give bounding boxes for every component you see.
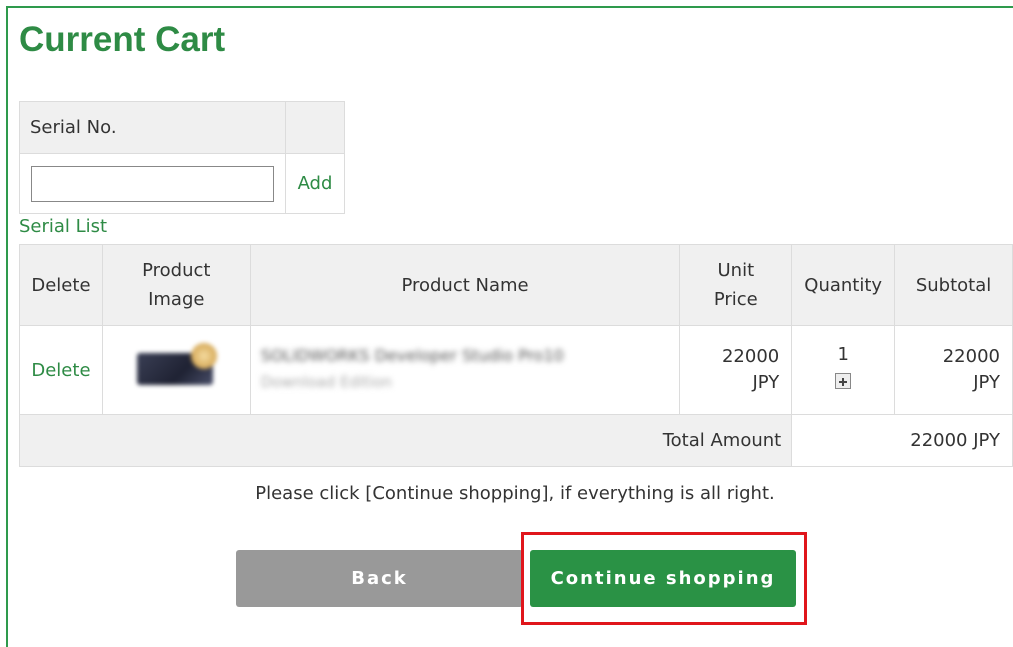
total-amount-value: 22000 JPY — [791, 414, 1013, 467]
serial-header-empty — [285, 101, 345, 154]
total-row: Total Amount Total Amount 22000 JPY — [18, 414, 1013, 467]
col-delete: Delete — [19, 244, 103, 326]
product-name-cell: SOLIDWORKS Developer Studio Pro10 Downlo… — [249, 325, 681, 415]
unit-price-cell: 22000 JPY — [679, 325, 793, 415]
subtotal-cell: 22000 JPY — [894, 325, 1013, 415]
serial-list-link[interactable]: Serial List — [19, 216, 107, 237]
product-name: SOLIDWORKS Developer Studio Pro10 — [260, 346, 564, 365]
back-button[interactable]: Back — [236, 550, 523, 607]
instruction-text: Please click [Continue shopping], if eve… — [255, 483, 775, 504]
serial-table: Serial No. Add — [19, 101, 345, 214]
col-image: Product Image — [101, 244, 251, 326]
unit-price: 22000 JPY — [721, 346, 780, 393]
col-name: Product Name — [249, 244, 681, 326]
product-image-cell — [101, 325, 251, 415]
delete-item-link[interactable]: Delete — [19, 325, 103, 415]
serial-input[interactable] — [31, 165, 274, 202]
product-image — [131, 342, 221, 393]
serial-input-cell — [19, 153, 286, 214]
product-subname: Download Edition — [260, 373, 392, 391]
subtotal-value: 22000 JPY — [942, 346, 1000, 393]
total-amount-label: Total Amount — [18, 414, 793, 467]
page-title: Current Cart — [19, 20, 226, 59]
quantity-value: 1 — [837, 344, 849, 365]
table-row: Delete SOLIDWORKS Developer Studio Pro10… — [19, 325, 1013, 415]
col-unit-price: Unit Price — [679, 244, 793, 326]
highlight-box — [521, 532, 807, 625]
cart-header-row: Delete Product Image Product Name Unit P… — [19, 244, 1013, 326]
col-subtotal: Subtotal — [894, 244, 1013, 326]
serial-header: Serial No. — [19, 101, 286, 154]
quantity-cell: 1 — [791, 325, 896, 415]
cart-table: Delete Product Image Product Name Unit P… — [18, 244, 1013, 467]
plus-icon[interactable] — [835, 373, 852, 389]
add-serial-link[interactable]: Add — [285, 153, 345, 214]
col-quantity: Quantity — [791, 244, 896, 326]
